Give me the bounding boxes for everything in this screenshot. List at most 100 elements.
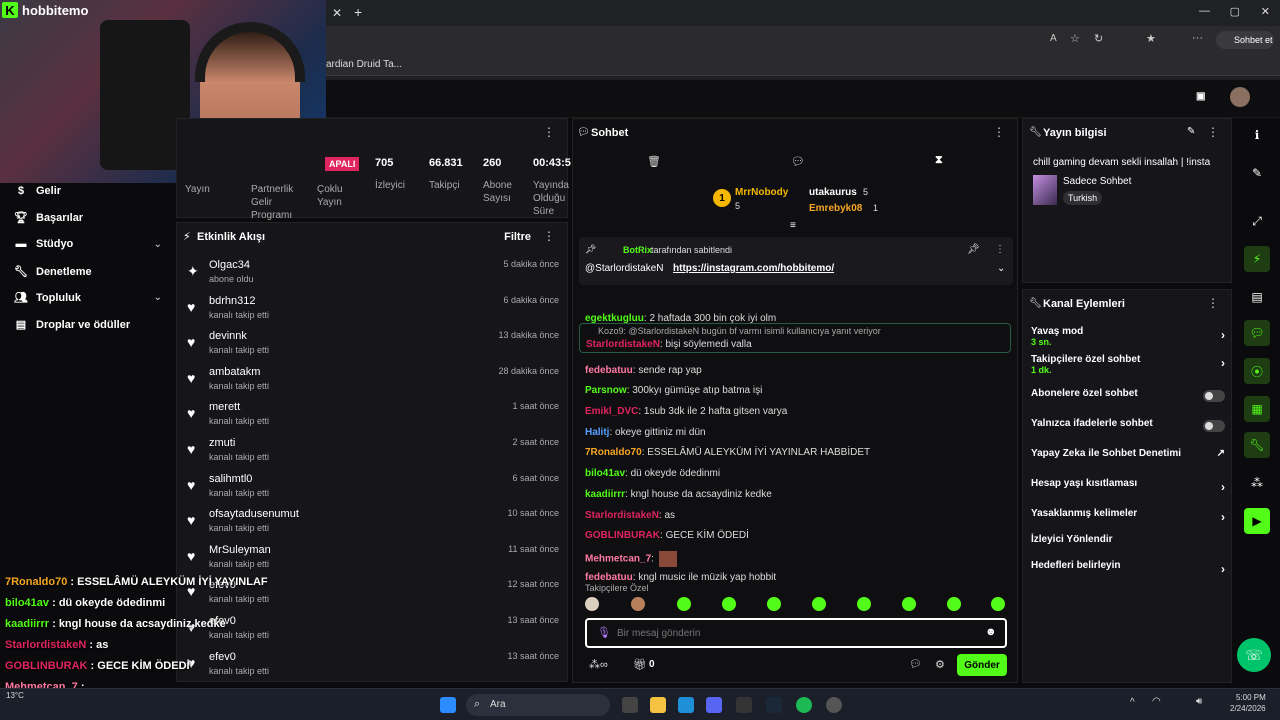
activity-item[interactable]: ♥ bdrhn312 kanalı takip etti 6 dakika önce (187, 293, 559, 325)
pin-icon[interactable]: 📌︎ (967, 244, 980, 255)
refresh-icon[interactable]: ↻ (1094, 32, 1103, 45)
chat-username[interactable]: bilo41av (585, 468, 625, 479)
chat-username[interactable]: 7Ronaldo70 (585, 447, 642, 458)
hourglass-icon[interactable]: ⧗ (935, 154, 943, 167)
file-explorer-icon[interactable] (650, 697, 666, 713)
language-tag[interactable]: Turkish (1063, 191, 1103, 205)
toggle-switch[interactable] (1203, 420, 1225, 432)
chat-username[interactable]: Mehmetcan_7 (585, 554, 651, 565)
minimize-icon[interactable]: — (1199, 5, 1210, 17)
broadcast-icon[interactable]: ⦿ (1244, 358, 1270, 384)
chat-icon[interactable]: 💬︎ (1244, 320, 1270, 346)
activity-item[interactable]: ♥ MrSuleyman kanalı takip etti 11 saat önce (187, 542, 559, 574)
support-icon[interactable]: ☏ (1237, 638, 1271, 672)
chevron-right-icon[interactable]: › (1221, 510, 1225, 524)
bookmark-item[interactable]: ardian Druid Ta... (326, 59, 402, 70)
edit-icon[interactable]: ✎ (1187, 126, 1195, 137)
tray-chevron-icon[interactable]: ^ (1130, 697, 1135, 708)
bolt-icon[interactable]: ⚡︎ (1244, 246, 1270, 272)
chat-username[interactable]: fedebatuu (585, 572, 633, 583)
more-options-icon[interactable]: ⋮ (543, 125, 555, 139)
send-button[interactable]: Gönder (957, 654, 1007, 676)
collapse-icon[interactable]: ≡ (790, 220, 796, 231)
more-options-icon[interactable]: ⋮ (995, 244, 1005, 255)
activity-user[interactable]: merett (209, 401, 240, 413)
trash-icon[interactable]: 🗑︎ (647, 155, 661, 168)
emote-icon[interactable] (812, 597, 826, 611)
chat-username[interactable]: fedebatuu (585, 365, 633, 376)
chevron-right-icon[interactable]: › (1221, 328, 1225, 342)
windows-start-icon[interactable] (440, 697, 456, 713)
favorites-icon[interactable]: ★ (1146, 32, 1156, 45)
chat-username[interactable]: StarlordistakeN (586, 339, 660, 350)
close-tab-icon[interactable]: ✕ (332, 6, 342, 20)
new-tab-icon[interactable]: + (354, 4, 362, 20)
sidebar-item-denetleme[interactable]: 🔧︎ Denetleme (14, 265, 92, 279)
pinned-link[interactable]: https://instagram.com/hobbitemo/ (673, 263, 834, 274)
action-item[interactable]: Hedefleri belirleyin › (1031, 560, 1225, 584)
chat-username[interactable]: Emikl_DVC (585, 406, 638, 417)
activity-user[interactable]: MrSuleyman (209, 544, 271, 556)
chat-username[interactable]: GOBLINBURAK (585, 530, 660, 541)
wifi-icon[interactable]: ◠ (1152, 696, 1161, 707)
edge-icon[interactable] (678, 697, 694, 713)
chevron-right-icon[interactable]: › (1221, 562, 1225, 576)
chevron-right-icon[interactable]: › (1221, 356, 1225, 370)
layout-icon[interactable]: ▦ (1244, 396, 1270, 422)
copilot-button[interactable]: Sohbet et (1216, 31, 1274, 49)
clock-time[interactable]: 5:00 PM (1236, 693, 1266, 702)
task-view-icon[interactable] (622, 697, 638, 713)
activity-item[interactable]: ✦ Olgac34 abone oldu 5 dakika önce (187, 257, 559, 289)
activity-user[interactable]: devinnk (209, 330, 247, 342)
wrench-icon[interactable]: 🔧︎ (1244, 432, 1270, 458)
chat-bubble-icon[interactable]: 💬︎ (909, 659, 922, 670)
action-item[interactable]: Yavaş mod 3 sn. › (1031, 326, 1225, 350)
external-link-icon[interactable]: ↗ (1217, 448, 1225, 459)
activity-user[interactable]: salihmtl0 (209, 473, 252, 485)
chat-input[interactable] (617, 624, 967, 642)
sidebar-item-studyo[interactable]: ▬ Stüdyo (14, 238, 164, 250)
emote-icon[interactable] (585, 597, 599, 611)
emote-icon[interactable] (902, 597, 916, 611)
top-gifter-1[interactable]: MrrNobody (735, 187, 788, 198)
activity-user[interactable]: ambatakm (209, 366, 260, 378)
taskbar-search[interactable]: ⌕ Ara (466, 694, 610, 716)
address-bar[interactable]: A ☆ ↻ ★ ··· Sohbet et (326, 26, 1280, 54)
infinity-icon[interactable]: ⁂∞ (589, 658, 608, 671)
top-gifter-3[interactable]: Emrebyk08 (809, 203, 862, 214)
sidebar-item-topluluk[interactable]: 👥︎ Topluluk (14, 291, 81, 305)
emote-icon[interactable] (857, 597, 871, 611)
activity-user[interactable]: Olgac34 (209, 259, 250, 271)
emote-icon[interactable] (631, 597, 645, 611)
obs-icon[interactable] (826, 697, 842, 713)
toggle-switch[interactable] (1203, 390, 1225, 402)
emote-icon[interactable] (947, 597, 961, 611)
sidebar-item-gelir[interactable]: $ Gelir (14, 185, 61, 197)
chat-username[interactable]: Halitj (585, 427, 609, 438)
maximize-icon[interactable]: ▢ (1230, 5, 1240, 18)
action-item[interactable]: Yalnızca ifadelerle sohbet (1031, 418, 1225, 442)
activity-item[interactable]: ♥ ofsaytadusenumut kanalı takip etti 10 saa… (187, 506, 559, 538)
activity-item[interactable]: ♥ salihmtl0 kanalı takip etti 6 saat önce (187, 471, 559, 503)
sidebar-item-droplar[interactable]: ▤ Droplar ve ödüller (14, 318, 130, 332)
gift-icon[interactable]: 🎁︎ (633, 658, 647, 671)
chat-username[interactable]: Parsnow (585, 385, 627, 396)
activity-item[interactable]: ♥ devinnk kanalı takip etti 13 dakika önce (187, 328, 559, 360)
edit-icon[interactable]: ✎ (1244, 160, 1270, 186)
read-aloud-icon[interactable]: A (1050, 33, 1057, 44)
discord-icon[interactable] (706, 697, 722, 713)
action-item[interactable]: Yasaklanmış kelimeler › (1031, 508, 1225, 532)
favorite-icon[interactable]: ☆ (1070, 32, 1080, 45)
category-name[interactable]: Sadece Sohbet (1063, 176, 1131, 187)
more-icon[interactable]: ··· (1192, 32, 1203, 44)
emote-icon[interactable] (991, 597, 1005, 611)
activity-item[interactable]: ♥ ambatakm kanalı takip etti 28 dakika önce (187, 364, 559, 396)
terminal-icon[interactable] (736, 697, 752, 713)
expand-icon[interactable]: ⤢ (1244, 208, 1270, 234)
activity-user[interactable]: zmuti (209, 437, 235, 449)
emote-icon[interactable] (722, 597, 736, 611)
share-icon[interactable]: ⁂ (1244, 470, 1270, 496)
spotify-icon[interactable] (796, 697, 812, 713)
chevron-right-icon[interactable]: › (1221, 480, 1225, 494)
more-options-icon[interactable]: ⋮ (1207, 296, 1219, 310)
